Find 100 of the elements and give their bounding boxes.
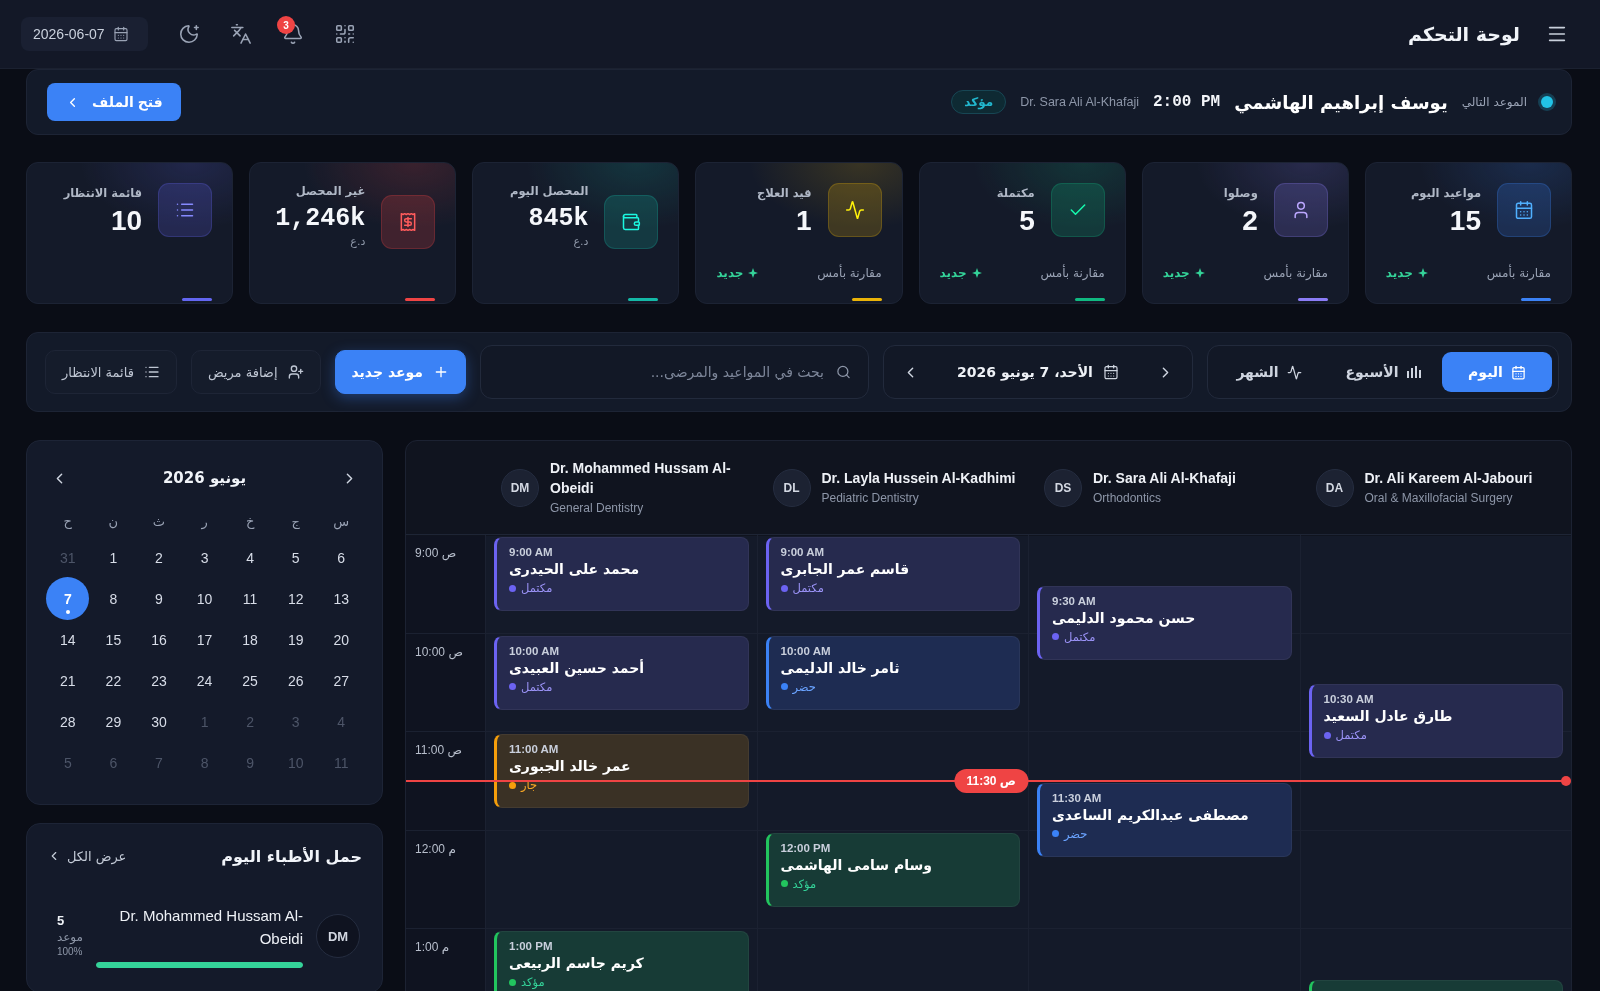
stat-label: وصلوا: [1223, 185, 1258, 201]
currency-label: د.ع: [573, 235, 589, 249]
calendar-day[interactable]: 2: [137, 536, 181, 579]
calendar-day[interactable]: 3: [183, 536, 226, 579]
avatar: DL: [772, 468, 811, 507]
next-label: الموعد التالي: [1461, 95, 1527, 109]
specialty-label: Oral & Maxillofacial Surgery: [1364, 490, 1513, 507]
patient-name: كريم جاسم الربيعى: [509, 954, 644, 973]
doctor-name: Dr. Ali Kareem Al-Jabouri: [1364, 469, 1533, 488]
appointment-time: 9:00 AM: [780, 546, 825, 559]
open-file-button[interactable]: فتح الملف: [47, 83, 181, 121]
translate-icon[interactable]: [230, 23, 252, 45]
appointment-time: 2:00 PM: [1152, 93, 1221, 111]
doctor-name: Dr. Mohammed Hussam Al-Obeidi: [118, 906, 303, 949]
date-field[interactable]: 2026-06-07: [21, 17, 148, 51]
calendar-day[interactable]: 26: [274, 659, 318, 702]
status-label: مكتمل: [1335, 727, 1367, 744]
sparkle-icon: [748, 268, 759, 278]
load-percent: 100%: [56, 945, 83, 959]
stat-value: 845k: [528, 203, 589, 235]
search-field[interactable]: بحث في المواعيد والمرضى...: [480, 345, 869, 399]
calendar-day[interactable]: 19: [274, 618, 318, 661]
status-label: مكتمل: [521, 580, 553, 596]
calendar-day[interactable]: 23: [137, 659, 181, 702]
avatar: DM: [316, 914, 360, 958]
section-title: حمل الأطباء اليوم: [221, 846, 362, 866]
calendar-day[interactable]: 12: [274, 577, 318, 620]
new-appointment-button[interactable]: موعد جديد: [334, 350, 466, 394]
calendar-icon: [1497, 183, 1551, 237]
trend-label: جديد: [1385, 266, 1413, 280]
stat-value: 5: [1019, 205, 1035, 237]
dot-icon: [65, 610, 70, 614]
currency-label: د.ع: [350, 235, 366, 249]
appointment-time: 12:00 PM: [780, 841, 831, 855]
calendar-day[interactable]: 13: [319, 577, 363, 620]
dot-icon: [1561, 775, 1571, 786]
pulse-icon: [1286, 364, 1302, 380]
calendar-icon: [1102, 364, 1119, 380]
calendar-day[interactable]: 4: [228, 536, 272, 579]
weekday-label: ر: [201, 513, 208, 529]
calendar-day[interactable]: 7: [46, 577, 90, 620]
appointment-time: 10:30 AM: [1323, 693, 1374, 707]
current-time-badge: 11:30 ص: [954, 768, 1028, 793]
add-patient-button[interactable]: إضافة مريض: [190, 350, 321, 394]
status-label: حضر: [792, 678, 816, 695]
calendar-day[interactable]: 17: [183, 618, 226, 661]
stat-value: 15: [1449, 205, 1481, 237]
receipt-icon: [381, 195, 436, 249]
bell-icon[interactable]: [282, 23, 304, 45]
moon-star-icon[interactable]: [178, 23, 200, 45]
calendar-day[interactable]: 27: [319, 659, 363, 702]
dot-icon: [1052, 633, 1059, 641]
view-tab[interactable]: الأسبوع: [1328, 352, 1438, 392]
calendar-day[interactable]: 29: [91, 700, 135, 743]
calendar-icon: [1510, 364, 1526, 380]
patient-name: أحمد حسين العبيدى: [509, 658, 645, 678]
wallet-icon: [604, 195, 659, 249]
calendar-day[interactable]: 1: [91, 536, 135, 579]
calendar-day[interactable]: 22: [91, 659, 135, 702]
calendar-day[interactable]: 24: [183, 659, 226, 702]
patient-name: مصطفى عبدالكريم الساعدى: [1052, 805, 1249, 825]
check-icon: [1050, 183, 1105, 237]
qr-code-icon[interactable]: [334, 23, 356, 45]
user-plus-icon: [287, 364, 304, 380]
dot-icon: [1541, 96, 1553, 108]
stat-value: 10: [111, 205, 143, 237]
sparkle-icon: [1417, 268, 1428, 278]
view-tab[interactable]: اليوم: [1442, 352, 1552, 392]
calendar-day[interactable]: 6: [319, 536, 363, 579]
avatar: DM: [501, 468, 539, 507]
calendar-day[interactable]: 16: [137, 618, 181, 661]
calendar-day[interactable]: 15: [91, 618, 135, 661]
calendar-day[interactable]: 8: [91, 577, 135, 620]
waitlist-button[interactable]: قائمة الانتظار: [45, 350, 177, 394]
status-label: مكتمل: [1064, 628, 1096, 645]
calendar-day[interactable]: 9: [137, 577, 181, 620]
comparison-label: مقارنة بأمس: [1040, 266, 1105, 280]
calendar-day[interactable]: 28: [46, 700, 90, 743]
status-label: مؤكد: [792, 875, 817, 892]
comparison-label: مقارنة بأمس: [1486, 266, 1551, 280]
calendar-day[interactable]: 20: [319, 618, 363, 661]
patient-name: عمر خالد الجبورى: [509, 757, 631, 776]
calendar-day[interactable]: 21: [46, 659, 90, 702]
dot-icon: [509, 683, 516, 690]
calendar-day[interactable]: 10: [183, 577, 226, 620]
view-tab[interactable]: الشهر: [1214, 352, 1324, 392]
calendar-day[interactable]: 25: [228, 659, 272, 702]
calendar-day[interactable]: 5: [274, 536, 318, 579]
appointment-time: 10:00 AM: [780, 644, 831, 658]
calendar-day[interactable]: 30: [137, 700, 181, 743]
calendar-day[interactable]: 18: [228, 618, 272, 661]
appointment-time: 1:00 PM: [509, 940, 553, 953]
view-all-link[interactable]: عرض الكل: [47, 848, 127, 864]
plus-icon: [433, 364, 449, 380]
calendar-day[interactable]: 14: [46, 618, 90, 661]
weekday-label: س: [333, 513, 350, 529]
calendar-day[interactable]: 11: [228, 577, 272, 620]
specialty-label: Pediatric Dentistry: [821, 490, 919, 507]
notification-badge: 3: [277, 16, 295, 34]
patient-name: ثامر خالد الدليمى: [780, 658, 900, 678]
